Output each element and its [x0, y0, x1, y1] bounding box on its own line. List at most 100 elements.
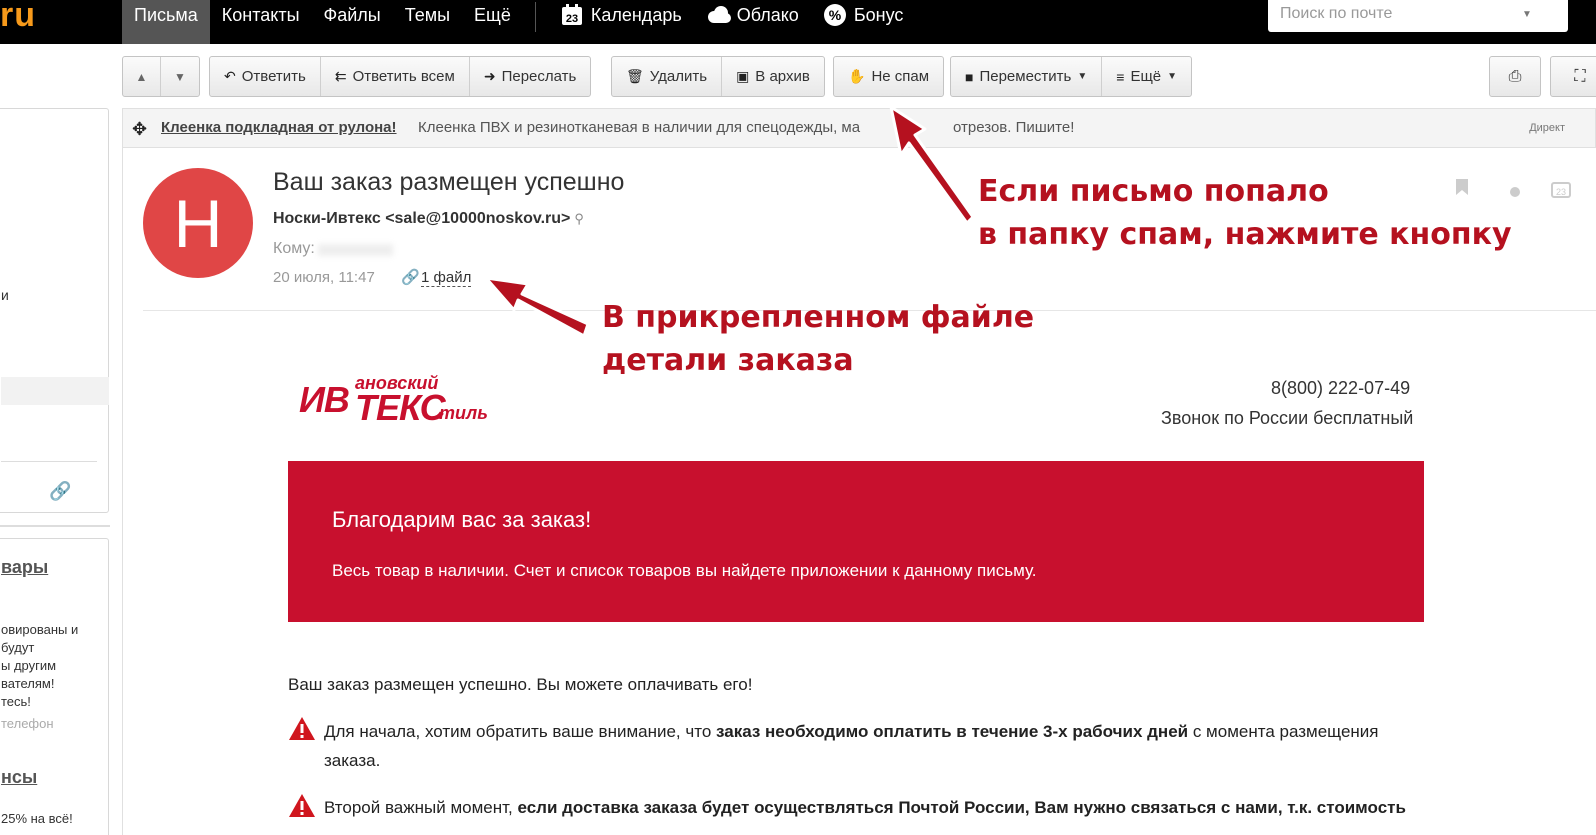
sidebar-separator	[0, 525, 110, 527]
reply-icon: ↶	[224, 68, 236, 84]
search-dropdown-icon[interactable]: ▼	[1522, 9, 1532, 20]
direct-ad-bar[interactable]: ✥ Клеенка подкладная от рулона! Клеенка …	[122, 108, 1596, 148]
email-subject: Ваш заказ размещен успешно	[273, 168, 625, 196]
top-navigation-bar: ru Письма Контакты Файлы Темы Ещё 23 Кал…	[0, 0, 1596, 44]
shop-phone: 8(800) 222-07-49	[1271, 378, 1411, 398]
mail-search: ▼	[1268, 0, 1568, 32]
ad-text: Клеенка ПВХ и резинотканевая в наличии д…	[418, 119, 861, 136]
caret-down-icon: ▼	[1077, 71, 1088, 82]
nav-more[interactable]: Ещё	[462, 0, 523, 44]
menu-lines-icon: ≡	[1116, 68, 1125, 85]
warning-icon	[288, 793, 316, 818]
nav-divider	[534, 2, 536, 32]
search-icon[interactable]: ⚲	[574, 211, 584, 226]
ad-link[interactable]: Клеенка подкладная от рулона!	[161, 119, 397, 136]
trash-icon: 🗑	[626, 68, 644, 84]
thanks-heading: Благодарим вас за заказ!	[332, 507, 592, 532]
cloud-label: Облако	[736, 5, 799, 25]
ad-label: Директ	[1529, 122, 1565, 134]
not-spam-icon: ✋	[848, 68, 866, 84]
forward-icon: ➜	[483, 68, 496, 84]
move-more-group: ■ Переместить ▼ ≡ Ещё ▼	[950, 56, 1193, 97]
paperclip-icon[interactable]: 🔗	[49, 481, 71, 502]
calendar-icon: 23	[560, 3, 584, 27]
folder-icon: ■	[965, 68, 974, 85]
bonus-label: Бонус	[853, 5, 904, 25]
archive-button[interactable]: ▣ В архив	[722, 57, 824, 96]
svg-text:23: 23	[1556, 187, 1566, 197]
reply-button[interactable]: ↶ Ответить	[210, 57, 321, 96]
reply-label: Ответить	[241, 68, 306, 85]
file-annotation-text: В прикрепленном файле детали заказа	[602, 300, 1035, 378]
archive-box-icon: ▣	[736, 68, 750, 84]
order-placed-text: Ваш заказ размещен успешно. Вы можете оп…	[288, 675, 753, 694]
main-nav: Письма Контакты Файлы Темы Ещё 23 Календ…	[122, 0, 915, 44]
svg-text:%: %	[829, 7, 842, 23]
email-sender[interactable]: Носки-Ивтекс <sale@10000noskov.ru> ⚲	[273, 210, 584, 228]
nav-calendar[interactable]: 23 Календарь	[548, 0, 694, 44]
more-actions-button[interactable]: ≡ Ещё ▼	[1102, 57, 1191, 96]
spam-annotation-text: Если письмо попало в папку спам, нажмите…	[978, 174, 1512, 252]
mail-ru-logo[interactable]: ru	[0, 0, 36, 35]
to-label: Кому:	[273, 240, 315, 257]
printer-icon: ⎙	[1508, 67, 1522, 85]
spam-arrow-annotation	[885, 95, 985, 225]
sidebar-highlight	[1, 377, 109, 405]
instock-text: Весь товар в наличии. Счет и список това…	[332, 561, 1037, 580]
archive-label: В архив	[755, 68, 810, 85]
free-call-note: Звонок по России бесплатный	[1161, 408, 1414, 428]
file-arrow-annotation	[480, 262, 595, 342]
delete-button[interactable]: 🗑 Удалить	[612, 57, 723, 96]
warning-payment-text: Для начала, хотим обратить ваше внимание…	[324, 722, 1379, 770]
reply-all-label: Ответить всем	[352, 68, 455, 85]
left-panel-card: и 🔗	[0, 108, 109, 513]
print-group: ⎙	[1489, 56, 1541, 97]
move-button[interactable]: ■ Переместить ▼	[951, 57, 1103, 96]
arrow-up-icon: ▲	[135, 69, 148, 84]
reply-all-button[interactable]: ⇇ Ответить всем	[321, 57, 470, 96]
nav-letters[interactable]: Письма	[122, 0, 210, 44]
sidebar-divider	[1, 461, 97, 462]
promo-title-goods[interactable]: вары	[1, 557, 48, 578]
nav-bonus[interactable]: % Бонус	[811, 0, 916, 44]
print-button[interactable]: ⎙	[1490, 57, 1540, 96]
calendar-add-icon[interactable]: 23	[1551, 180, 1571, 203]
attachment-link[interactable]: 1 файл	[421, 269, 472, 287]
reply-group: ↶ Ответить ⇇ Ответить всем ➜ Переслать	[209, 56, 592, 97]
nav-arrows-group: ▲ ▼	[122, 56, 200, 97]
not-spam-button[interactable]: ✋ Не спам	[834, 57, 943, 96]
sender-avatar[interactable]: Н	[143, 168, 253, 278]
promo-title-bonus[interactable]: нсы	[1, 767, 37, 788]
calendar-label: Календарь	[590, 5, 682, 25]
svg-text:23: 23	[566, 13, 578, 25]
expand-button[interactable]: ⛶	[1551, 57, 1596, 96]
search-input[interactable]	[1280, 0, 1520, 28]
promo-bottom-text: 25% на всё!	[1, 811, 73, 826]
cloud-icon	[706, 3, 731, 27]
left-promo-card: вары овированы и будут ы другим вателям!…	[0, 538, 109, 835]
email-date: 20 июля, 11:47	[273, 269, 375, 286]
forward-button[interactable]: ➜ Переслать	[470, 57, 591, 96]
recipient-redacted	[318, 244, 393, 256]
thanks-banner: Благодарим вас за заказ! Весь товар в на…	[288, 461, 1424, 622]
promo-text: овированы и будут ы другим вателям! тесь…	[1, 622, 79, 709]
delete-label: Удалить	[649, 68, 708, 85]
sender-address: Носки-Ивтекс <sale@10000noskov.ru>	[273, 210, 571, 227]
sidebar-text: и	[1, 287, 9, 303]
mail-page: ru Письма Контакты Файлы Темы Ещё 23 Кал…	[0, 0, 1596, 835]
more-label: Ещё	[1130, 68, 1162, 85]
nav-cloud[interactable]: Облако	[694, 0, 811, 44]
warning-icon	[288, 716, 316, 741]
move-label: Переместить	[979, 68, 1072, 85]
not-spam-label: Не спам	[871, 68, 930, 85]
nav-files[interactable]: Файлы	[312, 0, 393, 44]
prev-message-button[interactable]: ▲	[123, 57, 161, 96]
bonus-percent-icon: %	[823, 3, 847, 27]
paperclip-icon: 🔗	[401, 269, 420, 286]
nav-themes[interactable]: Темы	[393, 0, 462, 44]
expand-group: ⛶	[1550, 56, 1596, 97]
expand-icon: ⛶	[1574, 67, 1586, 85]
next-message-button[interactable]: ▼	[161, 57, 199, 96]
nav-contacts[interactable]: Контакты	[210, 0, 312, 44]
forward-label: Переслать	[501, 68, 577, 85]
